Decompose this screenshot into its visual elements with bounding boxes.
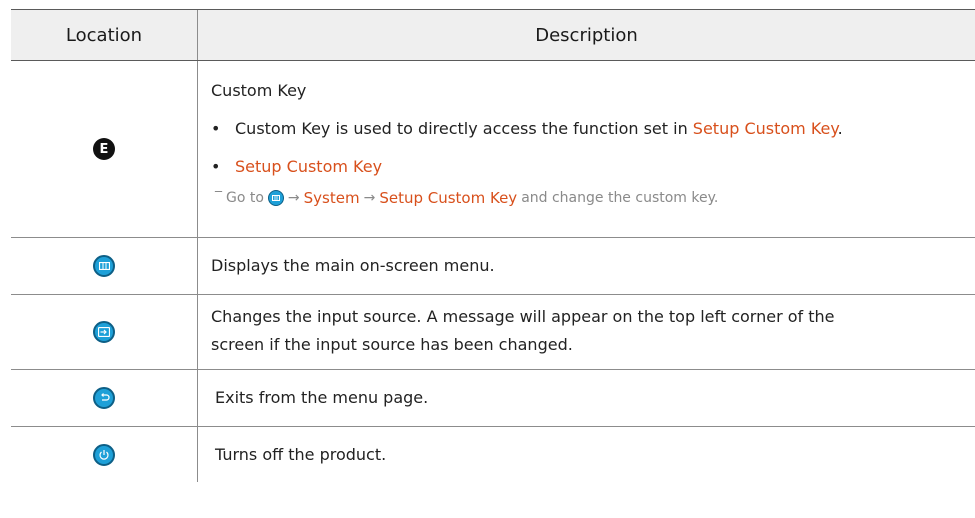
list-item: • Setup Custom Key bbox=[211, 153, 843, 181]
spec-table: Location Description E Custom Key • Cust… bbox=[11, 9, 975, 482]
table-row-menu: Displays the main on-screen menu. bbox=[11, 238, 975, 295]
menu-icon bbox=[267, 190, 284, 206]
header-description: Description bbox=[535, 24, 638, 46]
table-row-custom-key: E Custom Key • Custom Key is used to dir… bbox=[11, 61, 975, 238]
table-row-source: Changes the input source. A message will… bbox=[11, 295, 975, 370]
table-header: Location Description bbox=[11, 9, 975, 61]
return-icon bbox=[93, 387, 115, 409]
power-icon bbox=[93, 443, 115, 466]
source-icon bbox=[93, 321, 115, 343]
table-row-power: Turns off the product. bbox=[11, 427, 975, 482]
table-row-return: Exits from the menu page. bbox=[11, 370, 975, 427]
setup-custom-key-link: Setup Custom Key bbox=[692, 119, 838, 138]
list-item: • Custom Key is used to directly access … bbox=[211, 119, 843, 138]
note: ‾ Go to → System → Setup Custom Key and … bbox=[215, 189, 719, 207]
menu-icon bbox=[93, 255, 115, 277]
custom-key-title: Custom Key bbox=[211, 81, 307, 100]
e-button-icon: E bbox=[93, 138, 115, 160]
header-location: Location bbox=[65, 24, 143, 46]
setup-custom-key-item: Setup Custom Key bbox=[235, 157, 383, 176]
